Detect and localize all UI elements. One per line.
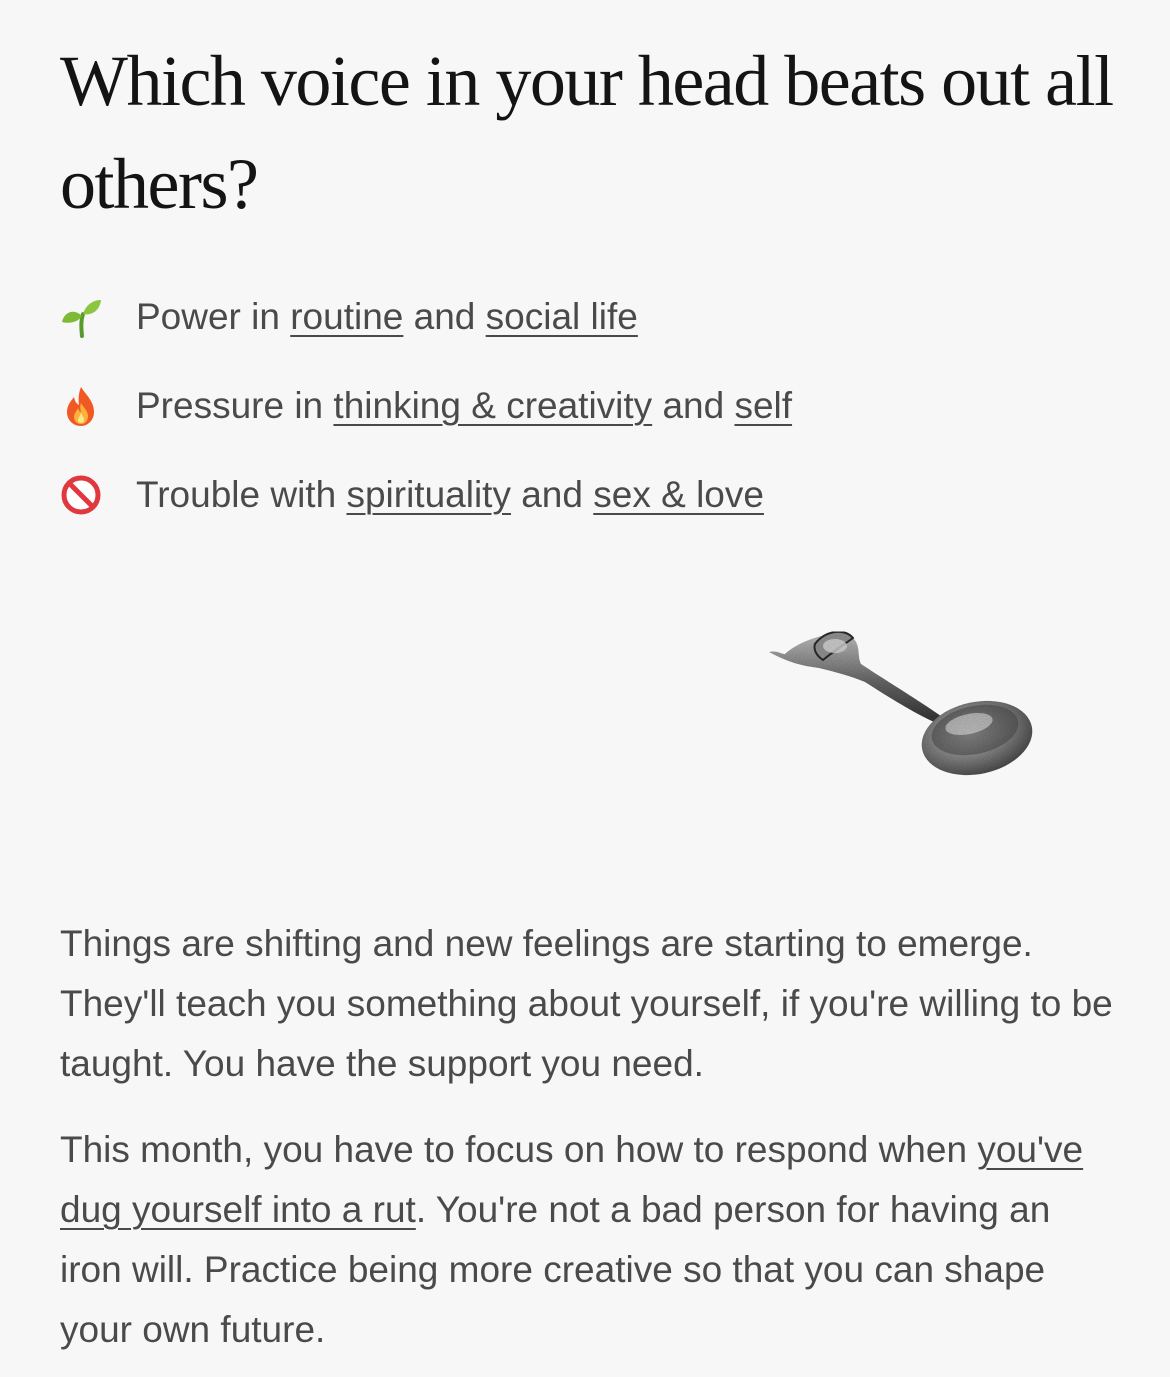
paragraph-text: This month, you have to focus on how to … — [60, 1129, 978, 1170]
self-link[interactable]: self — [734, 385, 792, 426]
influence-list: Power in routine and social life Pressur… — [60, 272, 792, 539]
reading-paragraph-1: Things are shifting and new feelings are… — [60, 923, 1113, 1084]
social-life-link[interactable]: social life — [486, 296, 638, 337]
influence-item-pressure: Pressure in thinking & creativity and se… — [60, 361, 792, 450]
influence-prefix: Power in — [136, 295, 280, 337]
sex-love-link[interactable]: sex & love — [593, 474, 764, 515]
influence-item-power: Power in routine and social life — [60, 272, 792, 361]
influence-joiner: and — [413, 295, 476, 337]
page-title: Which voice in your head beats out all o… — [60, 41, 1114, 224]
routine-link[interactable]: routine — [290, 296, 403, 337]
reading-paragraph-2: This month, you have to focus on how to … — [60, 1120, 1120, 1360]
thinking-creativity-link[interactable]: thinking & creativity — [333, 385, 652, 426]
prohibited-icon — [60, 474, 102, 516]
seedling-icon — [60, 296, 102, 338]
influence-joiner: and — [521, 473, 583, 515]
spoon-illustration — [769, 630, 1033, 776]
influence-prefix: Pressure in — [136, 384, 324, 426]
fire-icon — [60, 385, 102, 427]
horoscope-page: Which voice in your head beats out all o… — [0, 0, 1170, 1377]
influence-item-trouble: Trouble with spirituality and sex & love — [60, 450, 792, 539]
spirituality-link[interactable]: spirituality — [346, 474, 511, 515]
influence-prefix: Trouble with — [136, 473, 337, 515]
influence-joiner: and — [662, 384, 725, 426]
